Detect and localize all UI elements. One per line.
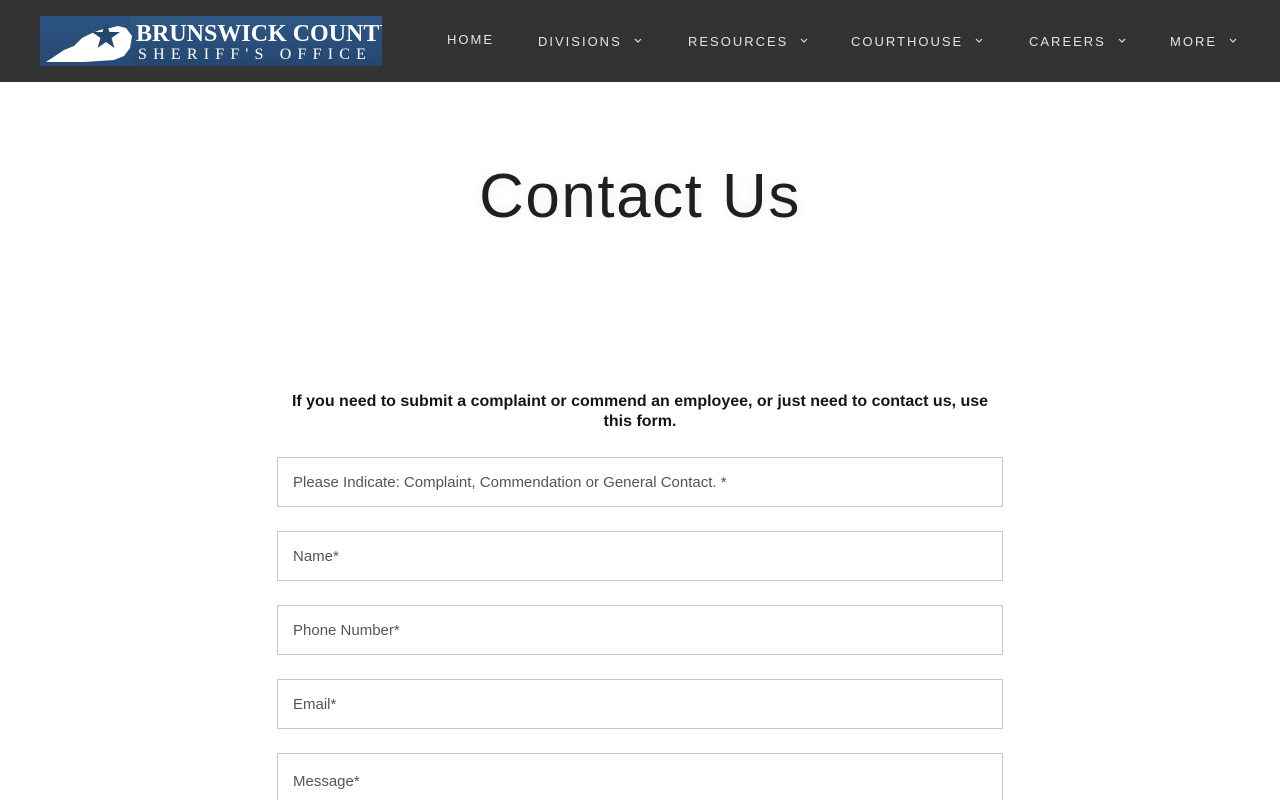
nav-home[interactable]: HOME [447, 31, 494, 49]
chevron-down-icon [634, 31, 642, 49]
nav-resources[interactable]: RESOURCES [688, 31, 808, 51]
nav-courthouse[interactable]: COURTHOUSE [851, 31, 983, 51]
chevron-down-icon [1229, 31, 1237, 49]
nav-more[interactable]: MORE [1170, 31, 1237, 51]
nav-divisions[interactable]: DIVISIONS [538, 31, 642, 51]
name-field[interactable] [277, 531, 1003, 581]
logo-subtitle: SHERIFF'S OFFICE [138, 46, 373, 63]
chevron-down-icon [800, 31, 808, 49]
chevron-down-icon [1118, 31, 1126, 49]
nav-home-label: HOME [447, 32, 494, 47]
nav-careers-label: CAREERS [1029, 34, 1106, 49]
phone-field[interactable] [277, 605, 1003, 655]
site-header: BRUNSWICK COUNTY SHERIFF'S OFFICE HOME D… [0, 0, 1280, 82]
nav-more-label: MORE [1170, 34, 1217, 49]
site-logo[interactable]: BRUNSWICK COUNTY SHERIFF'S OFFICE [40, 16, 382, 66]
nav-courthouse-label: COURTHOUSE [851, 34, 964, 49]
page-title: Contact Us [479, 162, 801, 231]
form-intro-text: If you need to submit a complaint or com… [291, 393, 989, 430]
logo-title: BRUNSWICK COUNTY [136, 21, 382, 47]
nav-careers[interactable]: CAREERS [1029, 31, 1126, 51]
chevron-down-icon [975, 31, 983, 49]
message-field[interactable] [277, 753, 1003, 800]
email-field[interactable] [277, 679, 1003, 729]
nav-divisions-label: DIVISIONS [538, 34, 622, 49]
virginia-state-star-icon [46, 22, 132, 62]
contact-type-field[interactable] [277, 457, 1003, 507]
nav-resources-label: RESOURCES [688, 34, 789, 49]
main-nav: HOME DIVISIONS RESOURCES COURTHOUSE CARE… [425, 0, 1260, 82]
